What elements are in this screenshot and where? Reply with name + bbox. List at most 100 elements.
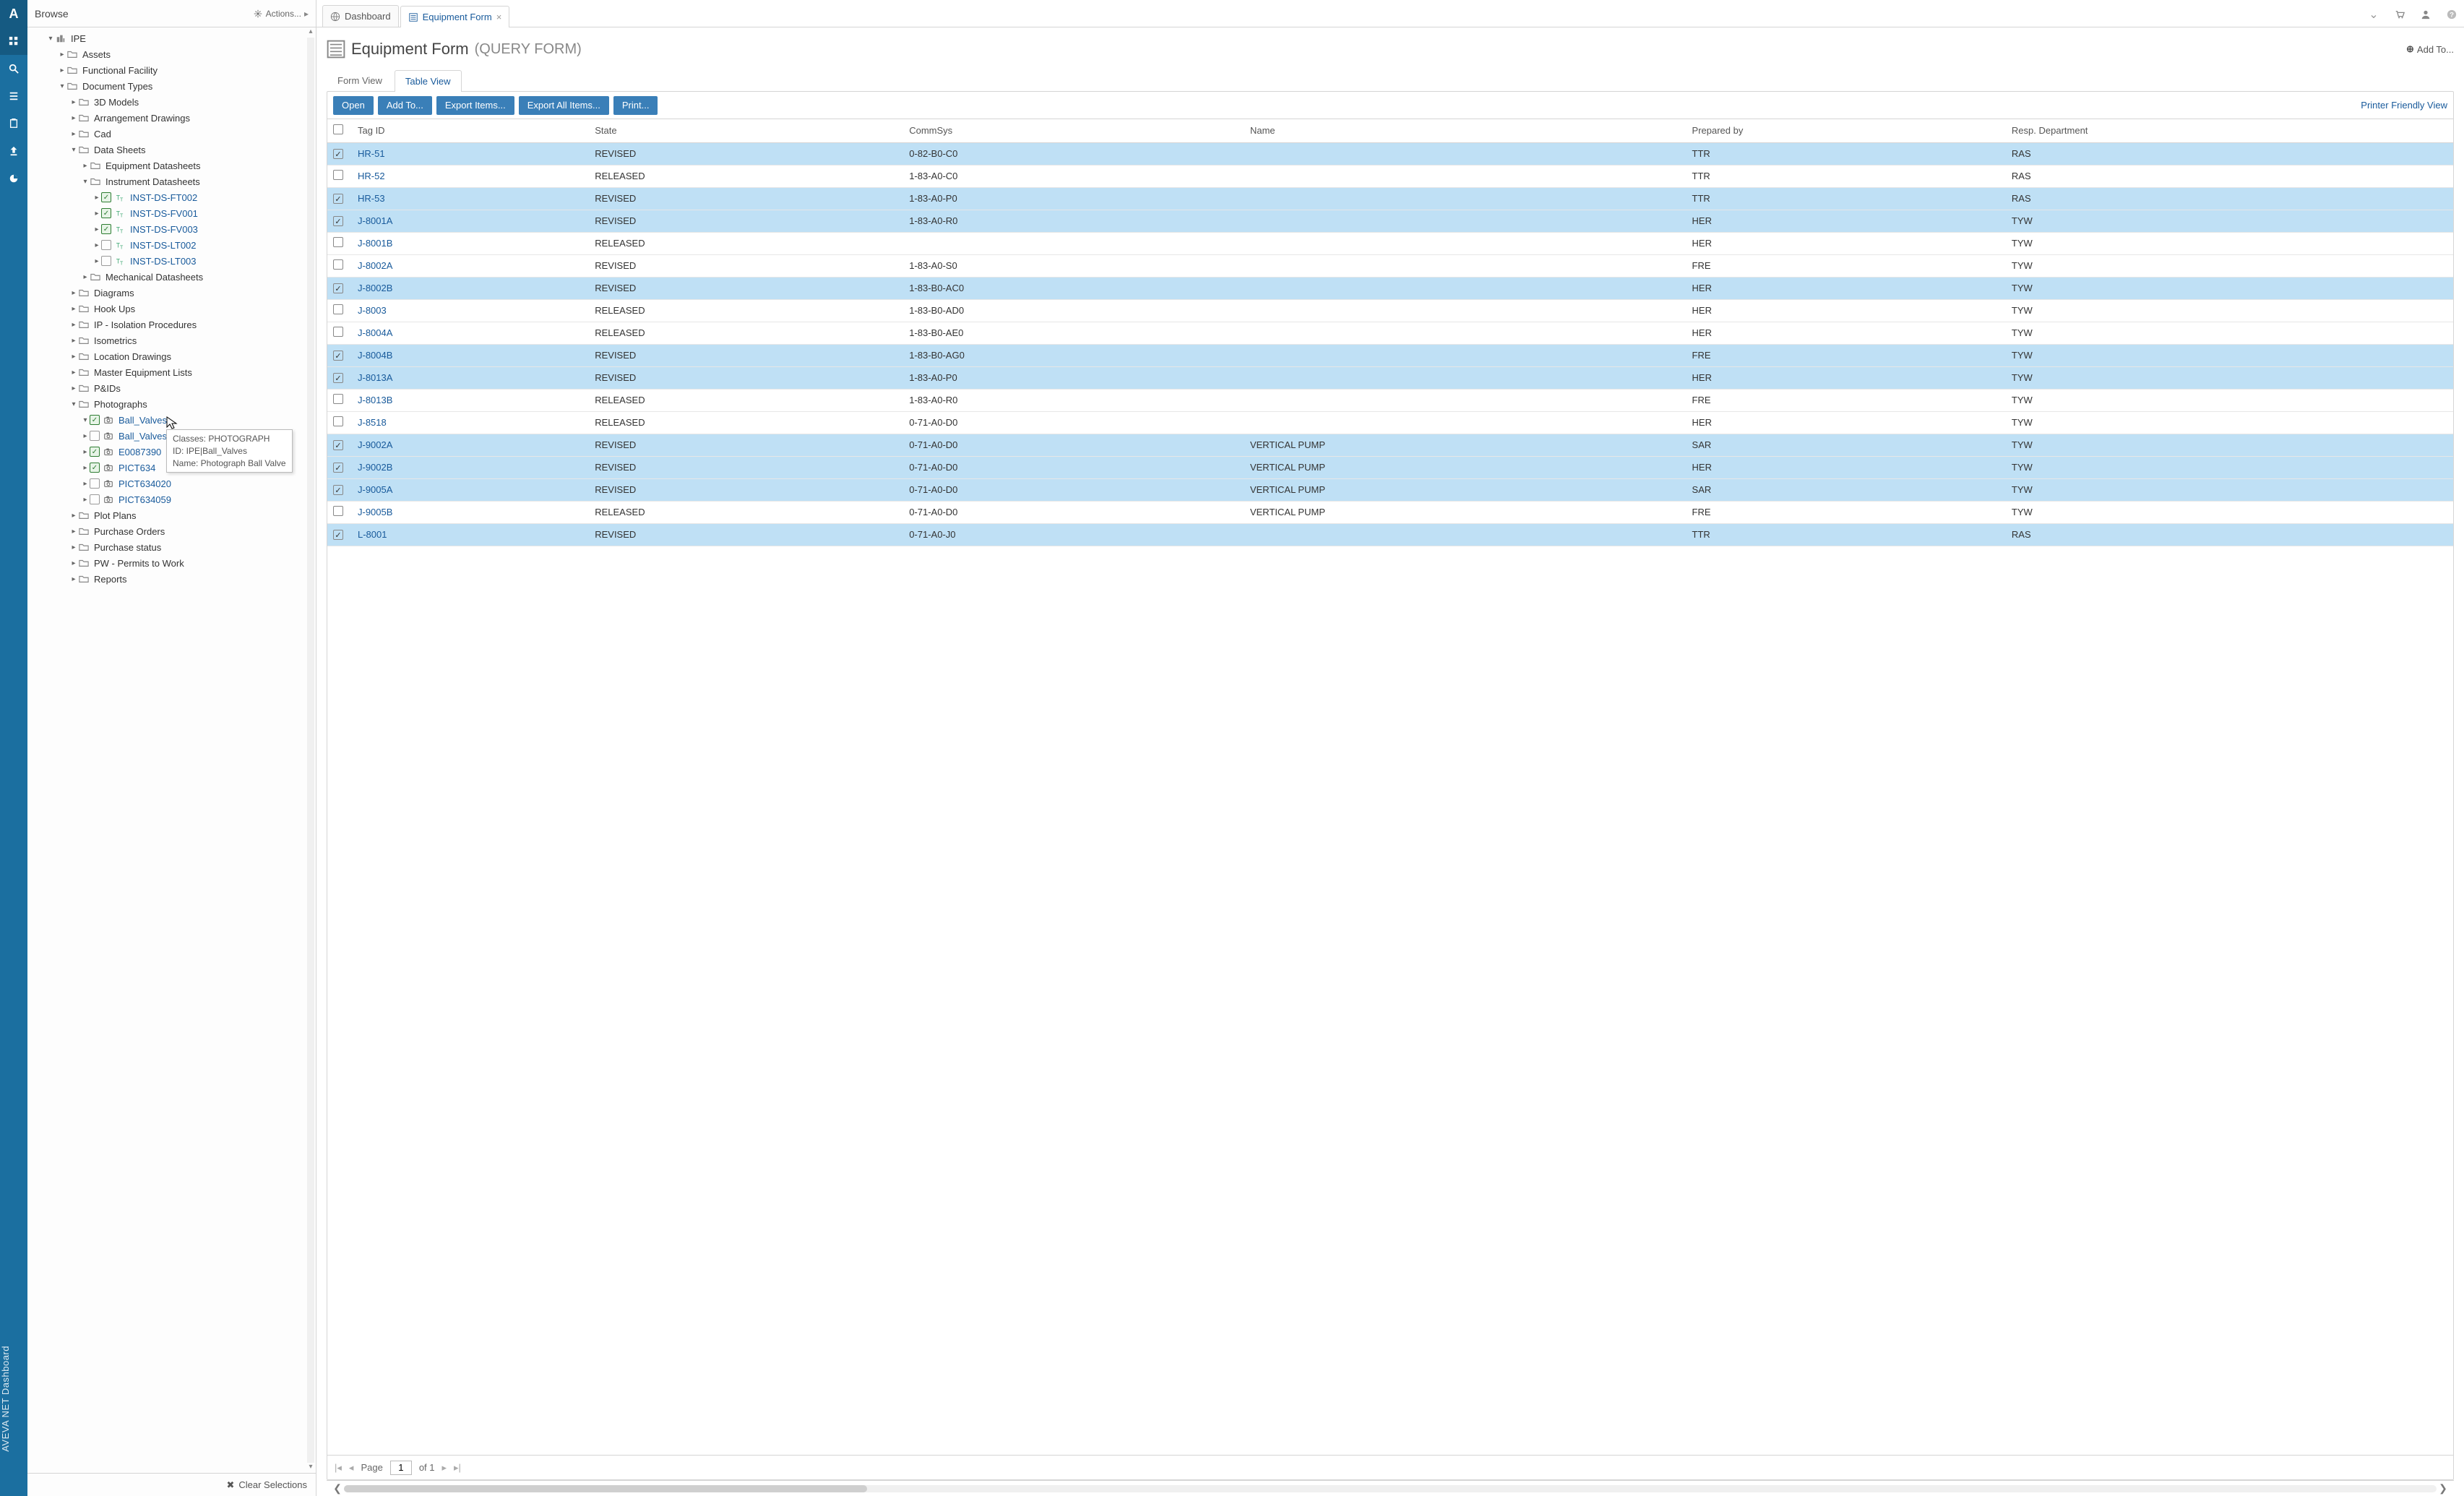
tree-node[interactable]: ▸Location Drawings [30, 348, 316, 364]
tag-id-link[interactable]: J-8013A [358, 372, 392, 383]
table-row[interactable]: ✓J-8001AREVISED1-83-A0-R0HERTYW [327, 210, 2453, 232]
row-checkbox[interactable] [333, 237, 343, 247]
tree-twisty-icon[interactable]: ▸ [81, 496, 90, 504]
col-comm[interactable]: CommSys [903, 119, 1244, 142]
tree-node[interactable]: ▾IPE [30, 30, 316, 46]
tree-twisty-icon[interactable]: ▸ [69, 528, 78, 536]
tab-table-view[interactable]: Table View [395, 70, 462, 92]
tree-twisty-icon[interactable]: ▸ [81, 432, 90, 440]
row-checkbox[interactable]: ✓ [333, 149, 343, 159]
tree-node[interactable]: ▸Reports [30, 571, 316, 587]
row-checkbox[interactable]: ✓ [333, 216, 343, 226]
tree-twisty-icon[interactable]: ▸ [69, 114, 78, 122]
row-checkbox[interactable] [333, 304, 343, 314]
tree-twisty-icon[interactable]: ▸ [69, 130, 78, 138]
tree-node[interactable]: ▸Arrangement Drawings [30, 110, 316, 126]
table-row[interactable]: ✓L-8001REVISED0-71-A0-J0TTRRAS [327, 523, 2453, 546]
table-row[interactable]: J-8004ARELEASED1-83-B0-AE0HERTYW [327, 322, 2453, 344]
tree-checkbox[interactable] [101, 240, 111, 250]
rail-export-icon[interactable] [0, 137, 27, 165]
page-addto-button[interactable]: ⊕ Add To... [2406, 43, 2454, 55]
table-row[interactable]: ✓HR-51REVISED0-82-B0-C0TTRRAS [327, 142, 2453, 165]
tree-twisty-icon[interactable]: ▸ [69, 305, 78, 313]
printer-friendly-link[interactable]: Printer Friendly View [2361, 100, 2447, 111]
tree-checkbox[interactable]: ✓ [101, 192, 111, 202]
tree-node[interactable]: ▸Mechanical Datasheets [30, 269, 316, 285]
table-row[interactable]: HR-52RELEASED1-83-A0-C0TTRRAS [327, 165, 2453, 187]
row-checkbox[interactable]: ✓ [333, 485, 343, 495]
tree-checkbox[interactable] [101, 256, 111, 266]
tree-node[interactable]: ▾Instrument Datasheets [30, 173, 316, 189]
tree-twisty-icon[interactable]: ▸ [58, 51, 66, 59]
tag-id-link[interactable]: J-8003 [358, 305, 387, 316]
tag-id-link[interactable]: J-9005B [358, 507, 392, 517]
tag-id-link[interactable]: J-8518 [358, 417, 387, 428]
row-checkbox[interactable] [333, 259, 343, 270]
tree-node[interactable]: ▸PW - Permits to Work [30, 555, 316, 571]
row-checkbox[interactable] [333, 394, 343, 404]
row-checkbox[interactable]: ✓ [333, 530, 343, 540]
tree-node[interactable]: ▸Diagrams [30, 285, 316, 301]
clear-selections-button[interactable]: ✖Clear Selections [27, 1473, 316, 1496]
tree-node[interactable]: ▸Purchase status [30, 539, 316, 555]
row-checkbox[interactable]: ✓ [333, 463, 343, 473]
row-checkbox[interactable]: ✓ [333, 373, 343, 383]
tree-twisty-icon[interactable]: ▸ [69, 559, 78, 567]
tree-checkbox[interactable] [90, 431, 100, 441]
open-button[interactable]: Open [333, 96, 374, 115]
tag-id-link[interactable]: HR-53 [358, 193, 385, 204]
tag-id-link[interactable]: J-8002A [358, 260, 392, 271]
tree-checkbox[interactable]: ✓ [101, 208, 111, 218]
table-row[interactable]: ✓J-9005AREVISED0-71-A0-D0VERTICAL PUMPSA… [327, 478, 2453, 501]
export-items-button[interactable]: Export Items... [436, 96, 514, 115]
tree-twisty-icon[interactable]: ▸ [81, 448, 90, 456]
tree-twisty-icon[interactable]: ▸ [92, 194, 101, 202]
pager-first-icon[interactable]: |◂ [335, 1462, 342, 1474]
tag-id-link[interactable]: J-8001A [358, 215, 392, 226]
tree-twisty-icon[interactable]: ▸ [92, 210, 101, 218]
tree-twisty-icon[interactable]: ▾ [81, 416, 90, 424]
tag-id-link[interactable]: HR-51 [358, 148, 385, 159]
pager-last-icon[interactable]: ▸| [454, 1462, 461, 1474]
col-state[interactable]: State [589, 119, 903, 142]
tree-twisty-icon[interactable]: ▸ [69, 321, 78, 329]
tree-twisty-icon[interactable]: ▾ [81, 178, 90, 186]
tree-node[interactable]: ▸PICT634059 [30, 491, 316, 507]
tab-equipment-form[interactable]: Equipment Form × [400, 6, 510, 27]
tree-node[interactable]: ▸IP - Isolation Procedures [30, 317, 316, 332]
tree-twisty-icon[interactable]: ▸ [81, 273, 90, 281]
tree-twisty-icon[interactable]: ▸ [69, 337, 78, 345]
tree-node[interactable]: ▸Purchase Orders [30, 523, 316, 539]
table-row[interactable]: ✓HR-53REVISED1-83-A0-P0TTRRAS [327, 187, 2453, 210]
tree-twisty-icon[interactable]: ▸ [92, 257, 101, 265]
table-row[interactable]: J-8003RELEASED1-83-B0-AD0HERTYW [327, 299, 2453, 322]
tree-twisty-icon[interactable]: ▸ [69, 353, 78, 361]
tag-id-link[interactable]: J-9002B [358, 462, 392, 473]
col-tagid[interactable]: Tag ID [352, 119, 589, 142]
table-scroll[interactable]: Tag ID State CommSys Name Prepared by Re… [327, 119, 2453, 1455]
tag-id-link[interactable]: L-8001 [358, 529, 387, 540]
table-row[interactable]: J-8001BRELEASEDHERTYW [327, 232, 2453, 254]
col-dept[interactable]: Resp. Department [2006, 119, 2453, 142]
tree-node[interactable]: ▸PICT634020 [30, 476, 316, 491]
col-name[interactable]: Name [1244, 119, 1687, 142]
row-checkbox[interactable]: ✓ [333, 283, 343, 293]
tree-node[interactable]: ▾Photographs [30, 396, 316, 412]
row-checkbox[interactable] [333, 506, 343, 516]
tree-node[interactable]: ▸Equipment Datasheets [30, 158, 316, 173]
table-row[interactable]: J-8013BRELEASED1-83-A0-R0FRETYW [327, 389, 2453, 411]
tag-id-link[interactable]: HR-52 [358, 171, 385, 181]
tree-twisty-icon[interactable]: ▸ [81, 480, 90, 488]
tree-twisty-icon[interactable]: ▾ [69, 400, 78, 408]
tree-checkbox[interactable] [90, 494, 100, 504]
rail-list-icon[interactable] [0, 82, 27, 110]
rail-chart-icon[interactable] [0, 165, 27, 192]
tree-twisty-icon[interactable]: ▸ [69, 384, 78, 392]
tree-checkbox[interactable]: ✓ [90, 463, 100, 473]
tree-node[interactable]: ▸TTINST-DS-LT002 [30, 237, 316, 253]
tree-checkbox[interactable]: ✓ [90, 415, 100, 425]
tree-node[interactable]: ▸3D Models [30, 94, 316, 110]
pager-page-input[interactable] [390, 1461, 412, 1475]
tree-twisty-icon[interactable]: ▸ [69, 98, 78, 106]
tree-twisty-icon[interactable]: ▸ [81, 464, 90, 472]
